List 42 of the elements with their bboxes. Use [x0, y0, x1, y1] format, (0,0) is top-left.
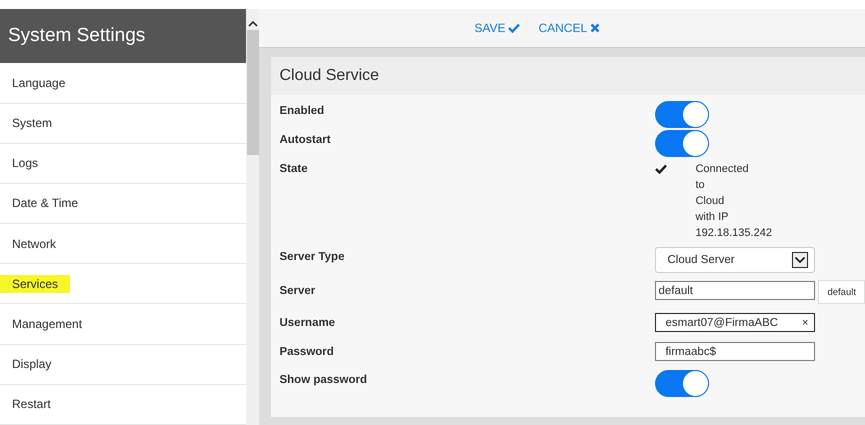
dropdown-icon — [792, 252, 808, 268]
sidebar-item[interactable]: Services — [0, 274, 70, 293]
sidebar-item[interactable]: Network — [0, 234, 68, 253]
scroll-up-icon[interactable] — [248, 20, 258, 28]
sidebar-item[interactable]: Restart — [0, 395, 63, 414]
field-label: Server — [279, 284, 316, 299]
sidebar-item[interactable]: Logs — [0, 154, 50, 172]
field-label: State — [279, 162, 309, 177]
toggle-switch[interactable] — [655, 130, 710, 157]
sidebar-item[interactable]: Date & Time — [0, 194, 90, 212]
sidebar-item[interactable]: Display — [0, 355, 64, 374]
field-label: Show password — [279, 373, 368, 388]
field-label: Server Type — [279, 250, 346, 265]
status-text: to — [695, 178, 706, 193]
panel-title: Cloud Service — [271, 57, 865, 95]
save-button[interactable]: SAVE — [474, 21, 520, 35]
field-label: Username — [279, 316, 336, 331]
status-text: Cloud — [695, 194, 726, 209]
check-icon — [508, 23, 520, 33]
server-type-select[interactable]: Cloud Server — [655, 247, 816, 273]
sidebar-item[interactable]: Management — [0, 315, 94, 334]
toggle-switch[interactable] — [655, 101, 710, 128]
status-text: 192.18.135.242 — [695, 226, 772, 241]
field-label: Autostart — [279, 133, 332, 148]
default-button[interactable]: default — [818, 280, 865, 304]
input-field[interactable]: esmart07@FirmaABC × — [655, 313, 816, 332]
sidebar-title: System Settings — [0, 9, 246, 64]
input-field[interactable]: firmaabc$ — [655, 342, 816, 361]
field-label: Password — [279, 345, 335, 360]
scrollbar[interactable] — [246, 9, 260, 425]
status-text: Connected — [695, 162, 750, 177]
close-icon — [590, 23, 600, 33]
status-text: with IP — [695, 210, 730, 225]
input-field[interactable]: default — [655, 281, 816, 300]
sidebar-item[interactable]: System — [0, 114, 64, 132]
check-icon — [655, 164, 668, 174]
sidebar-item[interactable]: Language — [0, 74, 78, 92]
field-label: Enabled — [279, 104, 326, 119]
cancel-button[interactable]: CANCEL — [538, 21, 600, 35]
scrollbar-thumb[interactable] — [246, 30, 259, 155]
clear-button[interactable]: × — [802, 316, 808, 328]
toggle-switch[interactable] — [655, 370, 710, 397]
